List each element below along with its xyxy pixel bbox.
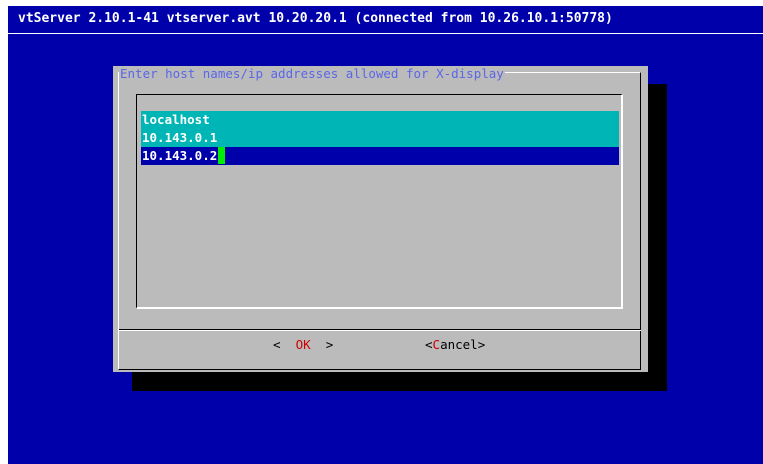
cancel-label: ancel> xyxy=(440,337,486,352)
title-divider xyxy=(8,33,763,34)
list-item[interactable]: localhost xyxy=(141,111,619,129)
terminal-screen: vtServer 2.10.1-41 vtserver.avt 10.20.20… xyxy=(8,6,763,464)
list-item-label: localhost xyxy=(142,112,210,127)
ok-left-bracket: < xyxy=(273,337,296,352)
cancel-hotkey: C xyxy=(432,337,441,352)
text-cursor xyxy=(218,147,226,164)
list-item-input[interactable]: 10.143.0.2 xyxy=(141,148,217,163)
host-list-dialog: Enter host names/ip addresses allowed fo… xyxy=(113,66,648,372)
cancel-button[interactable]: <Cancel> xyxy=(425,337,485,352)
host-list-box[interactable]: localhost 10.143.0.1 10.143.0.2 xyxy=(136,94,623,309)
list-item-label: 10.143.0.1 xyxy=(142,130,218,145)
button-divider-highlight xyxy=(119,330,641,331)
ok-label: OK xyxy=(295,337,311,352)
cancel-left-bracket: < xyxy=(425,337,433,352)
page-title: vtServer 2.10.1-41 vtserver.avt 10.20.20… xyxy=(18,11,613,26)
list-item-editing[interactable]: 10.143.0.2 xyxy=(141,147,619,165)
ok-right-bracket: > xyxy=(310,337,334,352)
dialog-title: Enter host names/ip addresses allowed fo… xyxy=(119,66,505,81)
ok-button[interactable]: < OK > xyxy=(273,337,333,352)
list-item[interactable]: 10.143.0.1 xyxy=(141,129,619,147)
